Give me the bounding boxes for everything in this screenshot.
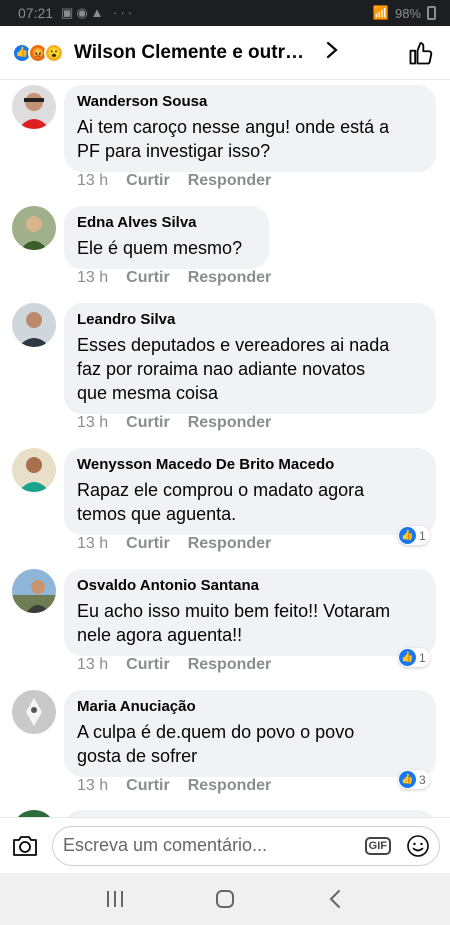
home-icon[interactable] — [205, 879, 245, 919]
comment-text: Ai tem caroço nesse angu! onde está a PF… — [77, 117, 390, 161]
avatar[interactable] — [12, 448, 56, 492]
reactions-header[interactable]: 👍 😡 😮 Wilson Clemente e outras... — [0, 26, 450, 80]
reaction-count-badge[interactable]: 👍 1 — [398, 526, 430, 545]
comment-actions: 13 h Curtir Responder — [77, 535, 271, 553]
reaction-count: 3 — [419, 772, 426, 787]
reply-button[interactable]: Responder — [188, 656, 272, 674]
comments-list[interactable]: Wanderson Sousa Ai tem caroço nesse angu… — [0, 80, 450, 817]
like-button[interactable]: Curtir — [126, 777, 170, 795]
reply-button[interactable]: Responder — [188, 777, 272, 795]
avatar[interactable] — [12, 303, 56, 347]
like-reaction-icon: 👍 — [399, 771, 416, 788]
signal-icon: 📶 — [372, 5, 389, 20]
avatar[interactable] — [12, 206, 56, 250]
comment-actions: 13 h Curtir Responder — [77, 269, 271, 287]
comment-bubble[interactable]: Edna Alves Silva Ele é quem mesmo? — [64, 206, 269, 269]
commenter-name[interactable]: Edna Alves Silva — [77, 214, 256, 232]
avatar[interactable] — [12, 85, 56, 129]
commenter-name[interactable]: Maria Anuciação — [77, 698, 423, 716]
wow-reaction-icon: 😮 — [44, 42, 64, 63]
like-reaction-icon: 👍 — [399, 649, 416, 666]
battery-percent: 98% — [394, 5, 421, 21]
avatar[interactable] — [12, 810, 56, 817]
commenter-name[interactable]: Wanderson Sousa — [77, 93, 423, 111]
commenter-name[interactable]: Wenysson Macedo De Brito Macedo — [77, 456, 423, 474]
comment-time[interactable]: 13 h — [77, 777, 108, 795]
comment-bubble[interactable]: Leandro Silva Esses deputados e vereador… — [64, 303, 436, 414]
emoji-icon[interactable] — [405, 833, 431, 859]
comment-bubble[interactable]: Osvaldo Antonio Santana Eu acho isso mui… — [64, 569, 436, 656]
thumbs-up-icon — [409, 41, 433, 64]
like-button[interactable]: Curtir — [126, 535, 170, 553]
avatar[interactable] — [12, 569, 56, 613]
comment-time[interactable]: 13 h — [77, 269, 108, 287]
comment-text: Ele é quem mesmo? — [77, 238, 243, 258]
camera-icon[interactable] — [10, 831, 40, 861]
comment-text: Eu acho isso muito bem feito!! Votaram n… — [77, 601, 391, 645]
reply-button[interactable]: Responder — [188, 172, 272, 190]
comment-input[interactable] — [63, 835, 365, 856]
recent-apps-icon[interactable] — [95, 879, 135, 919]
comment-bubble[interactable]: Wanderson Sousa Ai tem caroço nesse angu… — [64, 85, 436, 172]
reply-button[interactable]: Responder — [188, 414, 272, 432]
comment-actions: 13 h Curtir Responder — [77, 777, 271, 795]
commenter-name[interactable]: Osvaldo Antonio Santana — [77, 577, 423, 595]
reaction-count: 1 — [419, 528, 426, 543]
system-indicators: 📶 98% — [373, 5, 436, 21]
comment-bubble[interactable] — [64, 810, 436, 817]
comment-time[interactable]: 13 h — [77, 414, 108, 432]
commenter-name[interactable]: Leandro Silva — [77, 311, 423, 329]
comment-bubble[interactable]: Maria Anuciação A culpa é de.quem do pov… — [64, 690, 436, 777]
comment-text: A culpa é de.quem do povo o povo gosta d… — [77, 722, 355, 766]
reply-button[interactable]: Responder — [188, 269, 272, 287]
avatar[interactable] — [12, 690, 56, 734]
reactors-title[interactable]: Wilson Clemente e outras... — [74, 42, 314, 64]
comment-actions: 13 h Curtir Responder — [77, 656, 271, 674]
comment-time[interactable]: 13 h — [77, 656, 108, 674]
gif-button[interactable]: GIF — [364, 836, 391, 855]
like-button[interactable]: Curtir — [126, 269, 170, 287]
like-post-button[interactable] — [404, 36, 438, 70]
like-reaction-icon: 👍 — [399, 527, 416, 544]
status-time: 07:21 — [18, 5, 54, 21]
chevron-right-icon[interactable] — [326, 41, 338, 65]
comment-field[interactable]: GIF — [52, 825, 440, 866]
comment-actions: 13 h Curtir Responder — [77, 414, 271, 432]
notification-icons: ▣◉▲ ··· — [61, 5, 136, 20]
system-navigation-bar — [0, 873, 450, 925]
reply-button[interactable]: Responder — [188, 535, 272, 553]
reaction-summary: 👍 😡 😮 — [12, 42, 64, 63]
reaction-count: 1 — [419, 650, 426, 665]
reaction-count-badge[interactable]: 👍 1 — [398, 648, 430, 667]
comment-bubble[interactable]: Wenysson Macedo De Brito Macedo Rapaz el… — [64, 448, 436, 535]
comment-text: Rapaz ele comprou o madato agora temos q… — [77, 480, 365, 524]
status-bar: 07:21 ▣◉▲ ··· 📶 98% — [0, 0, 450, 26]
comment-time[interactable]: 13 h — [77, 172, 108, 190]
back-icon[interactable] — [315, 879, 355, 919]
like-button[interactable]: Curtir — [126, 414, 170, 432]
like-button[interactable]: Curtir — [126, 656, 170, 674]
battery-icon — [427, 6, 436, 20]
comment-text: Esses deputados e vereadores ai nada faz… — [77, 335, 390, 403]
comment-time[interactable]: 13 h — [77, 535, 108, 553]
reaction-count-badge[interactable]: 👍 3 — [398, 770, 430, 789]
like-button[interactable]: Curtir — [126, 172, 170, 190]
comment-composer: GIF — [0, 817, 450, 873]
comment-actions: 13 h Curtir Responder — [77, 172, 271, 190]
